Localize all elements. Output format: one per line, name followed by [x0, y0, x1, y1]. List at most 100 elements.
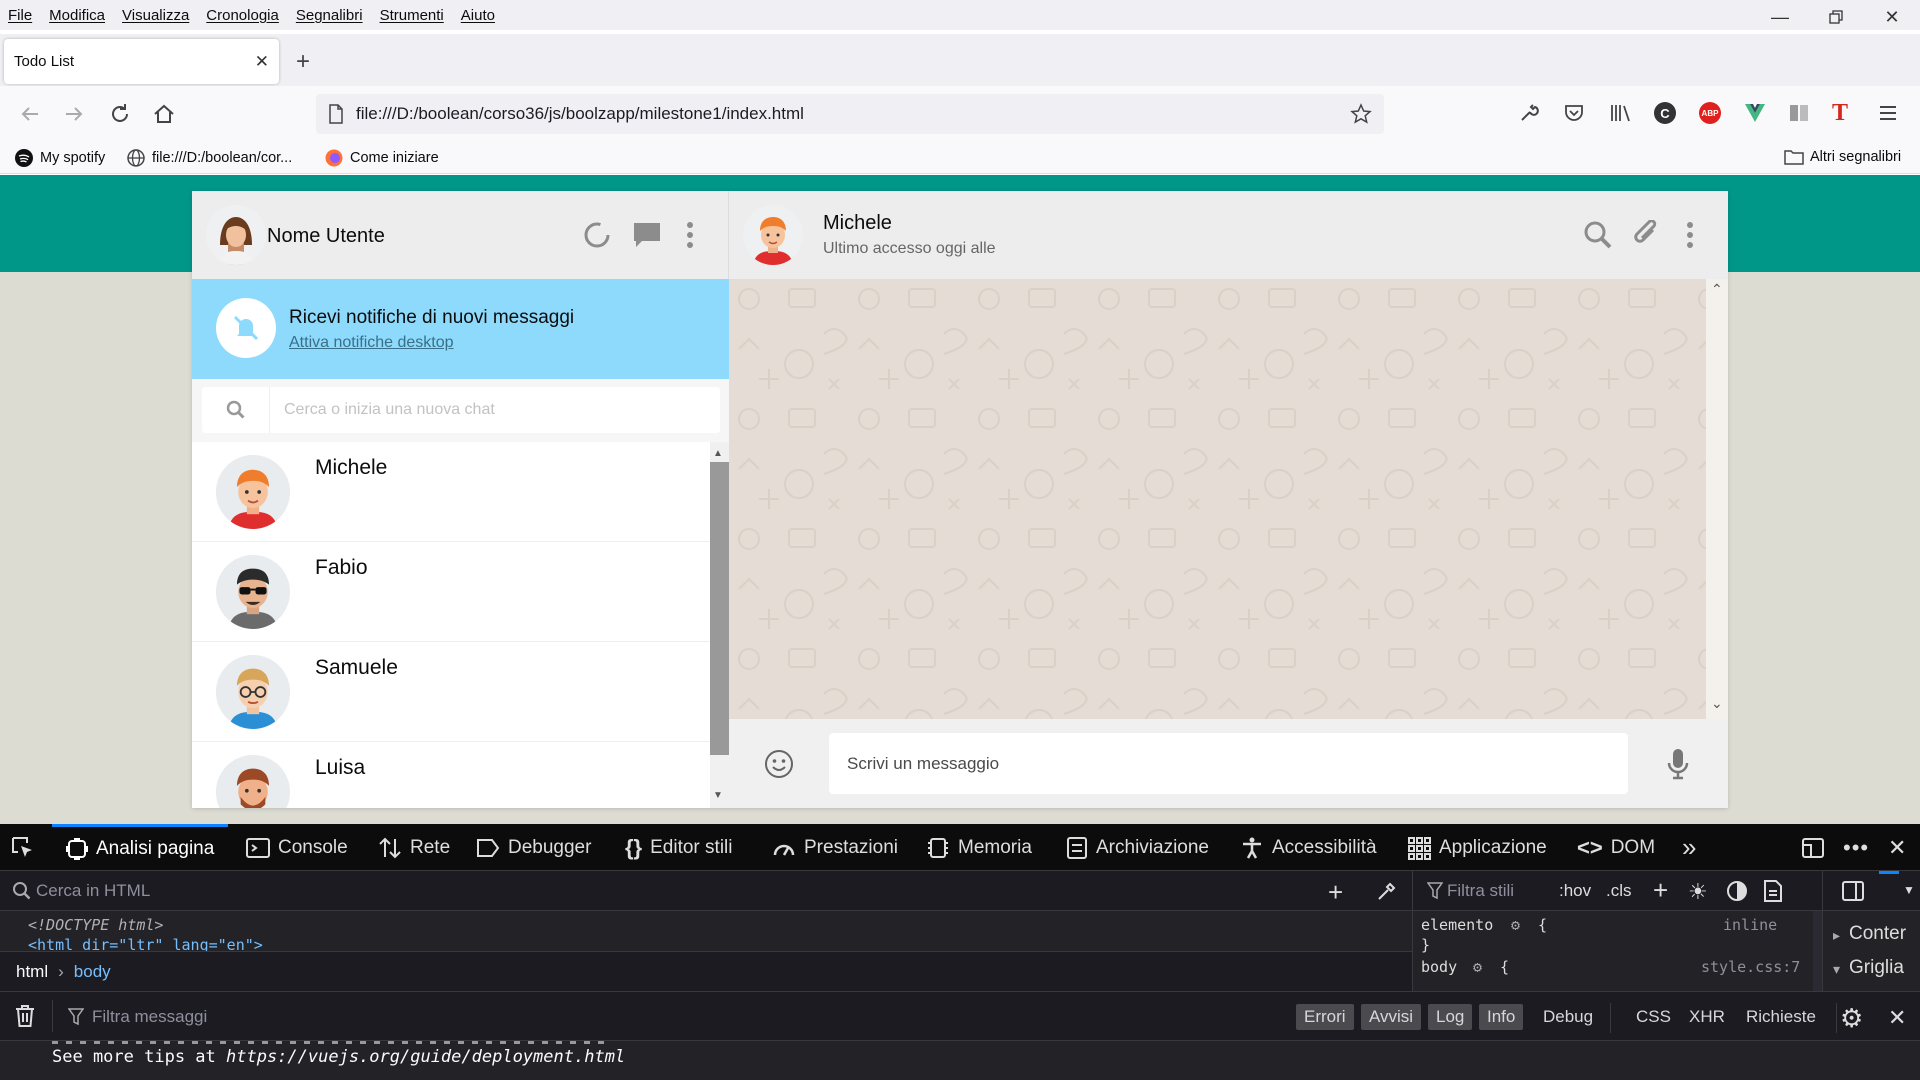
other-bookmarks[interactable]: Altri segnalibri: [1784, 148, 1901, 166]
bookmark-my-spotify[interactable]: My spotify: [14, 148, 105, 168]
chat-scrollbar[interactable]: ⌃ ⌄: [1706, 279, 1728, 719]
trash-icon[interactable]: [14, 1004, 36, 1028]
filter-richieste[interactable]: Richieste: [1738, 1004, 1824, 1030]
rule-selector[interactable]: body: [1421, 958, 1457, 976]
reload-icon[interactable]: [106, 100, 134, 128]
user-avatar[interactable]: [206, 205, 266, 265]
tab-analisi-pagina[interactable]: Analisi pagina: [52, 824, 229, 871]
add-rule-icon[interactable]: +: [1653, 875, 1668, 906]
scrollbar-thumb[interactable]: [710, 462, 729, 755]
sidebar-toggle-icon[interactable]: [1841, 880, 1865, 902]
contact-item[interactable]: Fabio: [192, 542, 710, 642]
light-scheme-icon[interactable]: ☀: [1688, 879, 1708, 905]
wrench-icon[interactable]: [1518, 102, 1540, 124]
filter-log[interactable]: Log: [1428, 1004, 1473, 1030]
tab-debugger[interactable]: Debugger: [476, 824, 591, 871]
scroll-up-icon[interactable]: ⌃: [1711, 281, 1723, 298]
tab-editor-stili[interactable]: {} Editor stili: [625, 824, 732, 871]
contacts-scrollbar[interactable]: ▲ ▼: [710, 442, 729, 808]
menu-visualizza[interactable]: Visualizza: [122, 7, 189, 24]
chat-avatar[interactable]: [743, 205, 803, 265]
tab-archiviazione[interactable]: Archiviazione: [1066, 824, 1209, 871]
more-tabs-icon[interactable]: »: [1682, 824, 1696, 871]
devtools-menu-icon[interactable]: •••: [1843, 824, 1869, 871]
status-icon[interactable]: [582, 220, 612, 250]
rule-selector[interactable]: elemento: [1421, 916, 1493, 934]
minimize-icon[interactable]: —: [1752, 0, 1808, 34]
expand-icon[interactable]: ▸: [1833, 927, 1840, 944]
library-icon[interactable]: [1609, 102, 1633, 124]
scroll-down-icon[interactable]: ⌄: [1711, 695, 1723, 712]
contact-item[interactable]: Michele: [192, 442, 710, 542]
reader-extension-icon[interactable]: [1788, 102, 1810, 124]
filter-css[interactable]: CSS: [1628, 1004, 1679, 1030]
search-chat-icon[interactable]: [1583, 220, 1613, 250]
menu-segnalibri[interactable]: Segnalibri: [296, 7, 363, 24]
close-console-icon[interactable]: ✕: [1888, 1005, 1906, 1031]
c-extension-icon[interactable]: C: [1654, 102, 1676, 124]
menu-file[interactable]: File: [8, 7, 32, 24]
adblock-plus-icon[interactable]: ABP: [1699, 102, 1721, 124]
filter-avvisi[interactable]: Avvisi: [1361, 1004, 1422, 1030]
tab-dom[interactable]: <> DOM: [1577, 824, 1655, 871]
menu-cronologia[interactable]: Cronologia: [206, 7, 279, 24]
menu-aiuto[interactable]: Aiuto: [461, 7, 495, 24]
rule-source[interactable]: style.css:7: [1701, 958, 1800, 976]
back-icon[interactable]: [16, 100, 44, 128]
new-tab-icon[interactable]: +: [296, 48, 310, 76]
attach-icon[interactable]: [1633, 220, 1661, 250]
gear-icon[interactable]: ⚙: [1511, 916, 1520, 934]
close-tab-icon[interactable]: ✕: [255, 52, 269, 72]
collapse-icon[interactable]: ▾: [1833, 961, 1840, 978]
home-icon[interactable]: [150, 100, 178, 128]
tab-prestazioni[interactable]: Prestazioni: [772, 824, 898, 871]
html-search-bar[interactable]: Cerca in HTML +: [0, 871, 1412, 911]
filter-xhr[interactable]: XHR: [1681, 1004, 1733, 1030]
menu-modifica[interactable]: Modifica: [49, 7, 105, 24]
scroll-down-icon[interactable]: ▼: [713, 790, 723, 801]
tab-applicazione[interactable]: Applicazione: [1407, 824, 1547, 871]
dark-scheme-icon[interactable]: [1726, 880, 1748, 902]
bookmark-file[interactable]: file:///D:/boolean/cor...: [126, 148, 292, 168]
eyedropper-icon[interactable]: [1376, 880, 1398, 902]
microphone-icon[interactable]: [1666, 748, 1690, 780]
enable-notifications-link[interactable]: Attiva notifiche desktop: [289, 334, 454, 352]
bookmark-star-icon[interactable]: [1350, 103, 1372, 125]
restore-icon[interactable]: [1808, 0, 1864, 34]
contact-item[interactable]: Luisa: [192, 742, 710, 808]
cls-toggle[interactable]: .cls: [1606, 881, 1632, 901]
chevron-down-icon[interactable]: ▼: [1903, 883, 1915, 897]
message-input[interactable]: Scrivi un messaggio: [829, 733, 1628, 794]
chat-search-input[interactable]: Cerca o inizia una nuova chat: [202, 387, 720, 433]
pocket-icon[interactable]: [1563, 102, 1585, 124]
console-link[interactable]: https://vuejs.org/guide/deployment.html: [226, 1047, 625, 1067]
filter-styles-input[interactable]: Filtra stili: [1447, 881, 1514, 901]
url-bar[interactable]: file:///D:/boolean/corso36/js/boolzapp/m…: [316, 94, 1384, 134]
console-settings-gear-icon[interactable]: ⚙: [1840, 1003, 1863, 1034]
emoji-icon[interactable]: [764, 749, 794, 779]
doctype-line[interactable]: <!DOCTYPE html>: [28, 916, 163, 934]
scroll-up-icon[interactable]: ▲: [713, 448, 723, 459]
tab-accessibilita[interactable]: Accessibilità: [1240, 824, 1377, 871]
contact-item[interactable]: Samuele: [192, 642, 710, 742]
html-tag-line[interactable]: <html dir="ltr" lang="en">: [28, 936, 263, 951]
chat-menu-icon[interactable]: [1686, 221, 1694, 249]
gear-icon[interactable]: ⚙: [1473, 958, 1482, 976]
element-picker-icon[interactable]: [10, 824, 40, 871]
tab-console[interactable]: Console: [246, 824, 348, 871]
user-menu-icon[interactable]: [686, 221, 694, 249]
close-window-icon[interactable]: ✕: [1864, 0, 1920, 34]
tab-rete[interactable]: Rete: [378, 824, 450, 871]
breadcrumb-body[interactable]: body: [74, 962, 111, 982]
tab-memoria[interactable]: Memoria: [926, 824, 1032, 871]
filter-messages-input[interactable]: Filtra messaggi: [92, 1007, 207, 1027]
rule-source[interactable]: inline: [1723, 916, 1777, 934]
add-node-icon[interactable]: +: [1328, 877, 1343, 908]
vue-devtools-icon[interactable]: [1743, 102, 1767, 124]
dock-icon[interactable]: [1801, 824, 1825, 871]
menu-strumenti[interactable]: Strumenti: [380, 7, 444, 24]
side-section-content[interactable]: Conter: [1849, 923, 1906, 945]
t-extension-icon[interactable]: T: [1832, 100, 1854, 126]
html-tree[interactable]: <!DOCTYPE html> <html dir="ltr" lang="en…: [0, 911, 1412, 951]
forward-icon[interactable]: [60, 100, 88, 128]
